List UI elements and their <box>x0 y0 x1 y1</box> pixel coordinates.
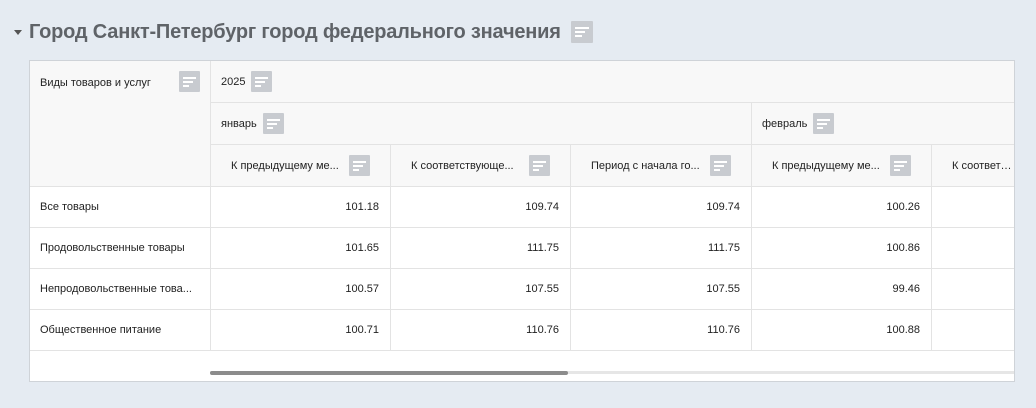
filter-icon[interactable] <box>813 113 835 134</box>
row-label: Непродовольственные това... <box>30 269 211 310</box>
table-cell <box>932 310 1014 351</box>
row-label-text: Все товары <box>40 201 99 213</box>
column-header-label: Период с начала го... <box>591 159 700 172</box>
table-cell: 100.26 <box>752 187 932 228</box>
table-cell <box>932 187 1014 228</box>
table-cell: 109.74 <box>571 187 752 228</box>
filter-icon[interactable] <box>251 71 273 92</box>
month-header-january: январь <box>211 103 752 145</box>
filter-icon[interactable] <box>179 71 200 92</box>
table-cell: 107.55 <box>571 269 752 310</box>
table-cell: 100.88 <box>752 310 932 351</box>
filter-icon[interactable] <box>570 21 593 43</box>
filter-icon[interactable] <box>710 155 731 176</box>
table-cell <box>932 269 1014 310</box>
filter-icon[interactable] <box>262 113 284 134</box>
filter-icon[interactable] <box>349 155 370 176</box>
table-cell: 110.76 <box>391 310 571 351</box>
column-header: К предыдущему ме... <box>211 145 391 187</box>
table-cell: 100.71 <box>211 310 391 351</box>
table-cell: 100.86 <box>752 228 932 269</box>
month-label: февраль <box>762 117 808 130</box>
row-label: Общественное питание <box>30 310 211 351</box>
table-cell <box>932 228 1014 269</box>
column-header-label: К предыдущему ме... <box>772 159 880 172</box>
table-cell: 110.76 <box>571 310 752 351</box>
column-header-label: К соответств <box>952 159 1015 172</box>
month-header-february: февраль <box>752 103 1014 145</box>
column-header: К соответств <box>932 145 1015 187</box>
year-label: 2025 <box>221 75 246 88</box>
pivot-table: Виды товаров и услуг 2025 январь февраль… <box>29 60 1015 382</box>
column-header: Период с начала го... <box>571 145 752 187</box>
table-cell: 99.46 <box>752 269 932 310</box>
row-header-cell: Виды товаров и услуг <box>30 61 211 187</box>
column-header-label: К предыдущему ме... <box>231 159 339 172</box>
filter-icon[interactable] <box>529 155 550 176</box>
row-label: Продовольственные товары <box>30 228 211 269</box>
section-header: Город Санкт-Петербург город федерального… <box>14 18 593 46</box>
horizontal-scrollbar-thumb[interactable] <box>210 371 568 375</box>
column-header: К соответствующе... <box>391 145 571 187</box>
row-label: Все товары <box>30 187 211 228</box>
table-cell: 101.18 <box>211 187 391 228</box>
table-cell: 109.74 <box>391 187 571 228</box>
row-label-text: Продовольственные товары <box>40 242 185 254</box>
table-cell: 107.55 <box>391 269 571 310</box>
column-header-label: К соответствующе... <box>411 159 514 172</box>
table-cell: 111.75 <box>391 228 571 269</box>
month-label: январь <box>221 117 257 130</box>
table-cell: 101.65 <box>211 228 391 269</box>
year-header: 2025 <box>211 61 1014 103</box>
row-label-text: Общественное питание <box>40 324 162 336</box>
table-cell: 100.57 <box>211 269 391 310</box>
collapse-caret-icon[interactable] <box>14 30 22 35</box>
row-header-label: Виды товаров и услуг <box>40 77 151 89</box>
row-label-text: Непродовольственные това... <box>40 283 192 295</box>
table-cell: 111.75 <box>571 228 752 269</box>
column-header: К предыдущему ме... <box>752 145 932 187</box>
section-title: Город Санкт-Петербург город федерального… <box>29 20 561 43</box>
filter-icon[interactable] <box>890 155 911 176</box>
